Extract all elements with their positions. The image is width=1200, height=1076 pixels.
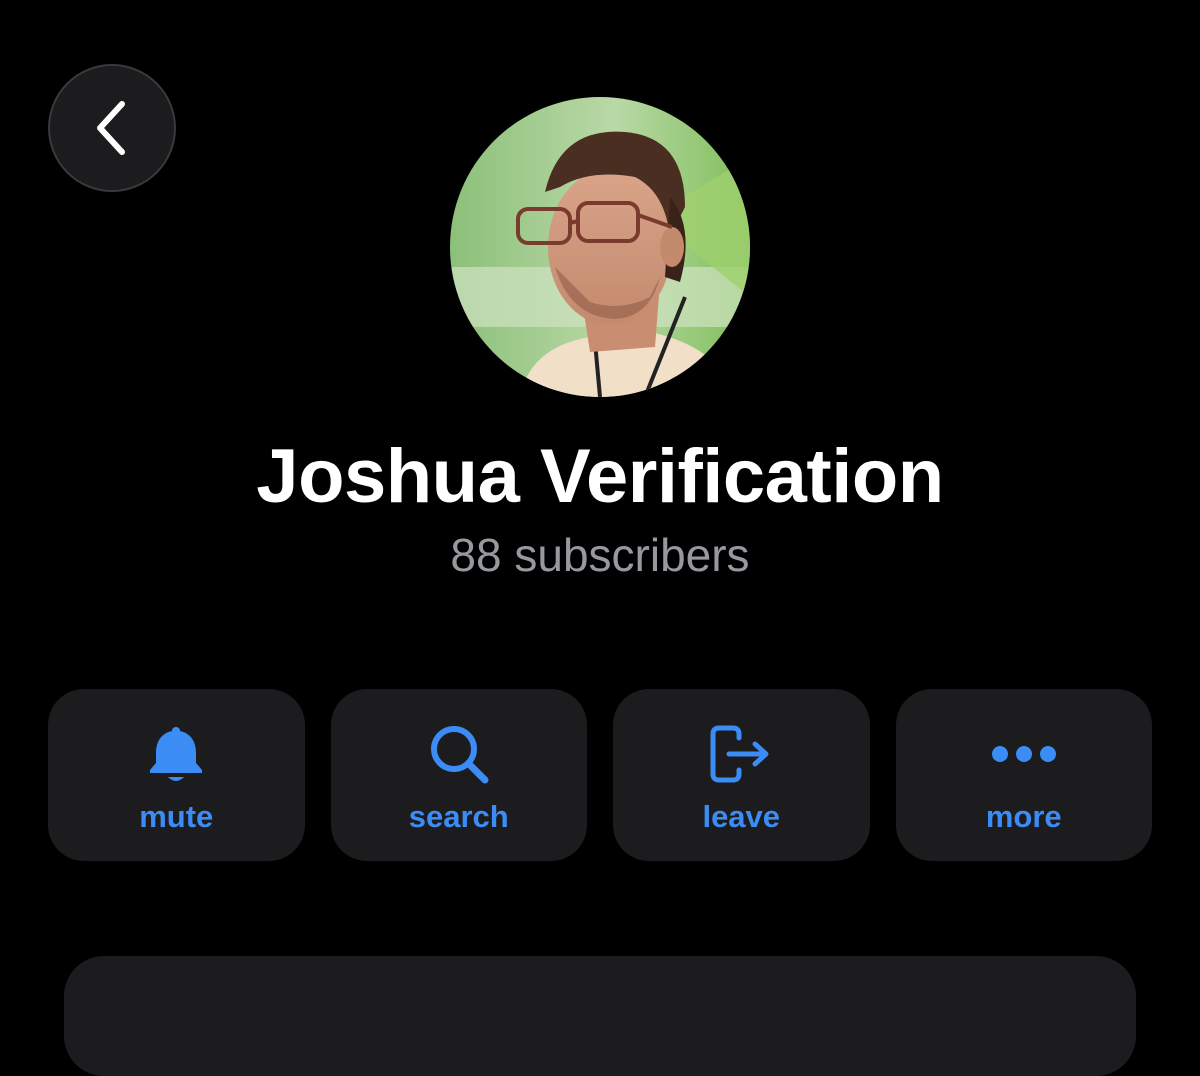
mute-label: mute: [139, 799, 214, 834]
leave-label: leave: [702, 799, 781, 834]
search-button[interactable]: search: [330, 689, 587, 861]
info-panel: [64, 956, 1136, 1076]
more-button[interactable]: more: [895, 689, 1152, 861]
avatar[interactable]: [450, 97, 750, 397]
mute-button[interactable]: mute: [48, 689, 305, 861]
leave-icon: [708, 721, 774, 787]
bell-icon: [143, 721, 209, 787]
action-row: mute search leave more: [48, 689, 1152, 861]
chevron-left-icon: [88, 98, 136, 158]
subscriber-count: 88 subscribers: [450, 529, 750, 581]
channel-name: Joshua Verification: [256, 434, 944, 519]
back-button[interactable]: [48, 64, 176, 192]
search-icon: [426, 721, 492, 787]
ellipsis-icon: [991, 721, 1057, 787]
leave-button[interactable]: leave: [613, 689, 870, 861]
search-label: search: [408, 799, 509, 834]
more-label: more: [985, 799, 1062, 834]
